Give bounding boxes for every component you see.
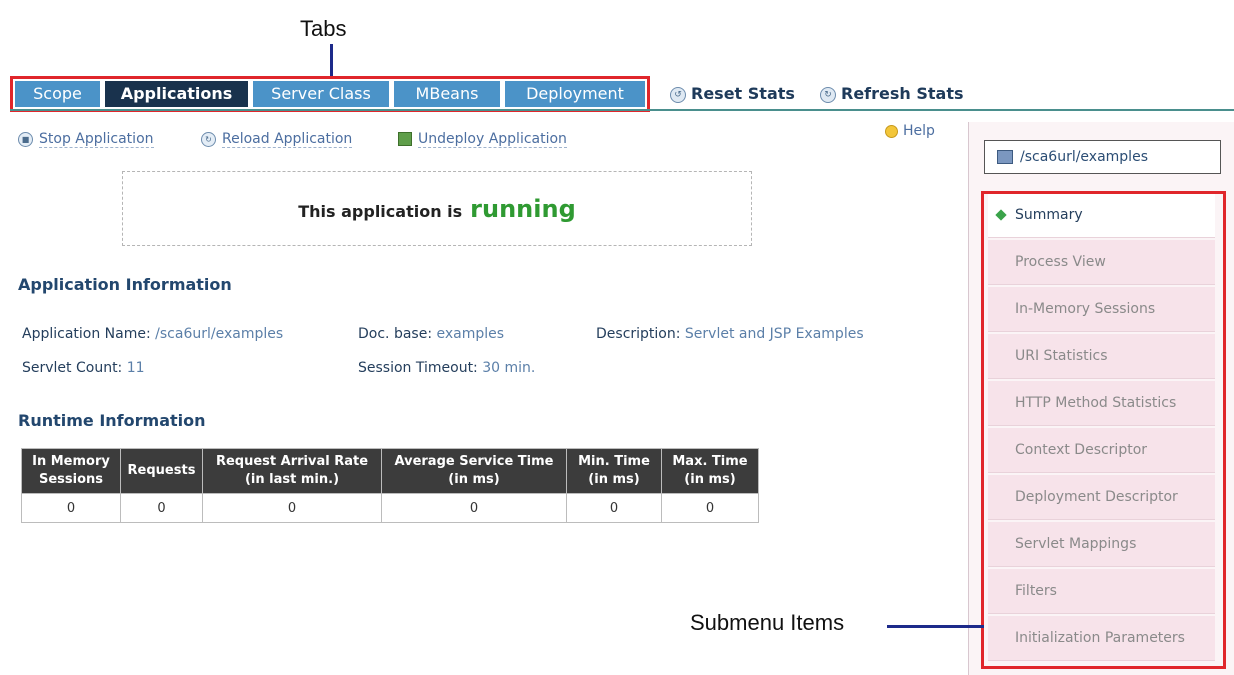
table-cell: 0 bbox=[202, 493, 382, 523]
status-prefix: This application is bbox=[298, 202, 463, 221]
submenu-callout-box bbox=[981, 191, 1226, 669]
application-name-value: /sca6url/examples bbox=[155, 326, 284, 342]
column-header: Min. Time (in ms) bbox=[566, 448, 662, 494]
runtime-information-heading: Runtime Information bbox=[18, 411, 206, 430]
tabs-callout-line bbox=[330, 44, 333, 78]
description-label: Description: bbox=[596, 326, 681, 342]
refresh-icon: ↻ bbox=[820, 86, 836, 103]
application-icon bbox=[997, 150, 1013, 164]
reload-icon: ↻ bbox=[201, 131, 216, 147]
refresh-stats-label: Refresh Stats bbox=[841, 84, 964, 103]
undeploy-application-label: Undeploy Application bbox=[418, 131, 567, 148]
application-name: Application Name: /sca6url/examples bbox=[22, 326, 283, 342]
column-header: Max. Time (in ms) bbox=[661, 448, 759, 494]
tabs-callout-label: Tabs bbox=[300, 16, 347, 41]
application-status-box: This application is running bbox=[122, 171, 752, 246]
tab-bar: Scope Applications Server Class MBeans D… bbox=[0, 76, 1234, 112]
stop-application-link[interactable]: ■ Stop Application bbox=[18, 131, 154, 148]
reset-icon: ↺ bbox=[670, 86, 686, 103]
application-url-label: /sca6url/examples bbox=[1020, 149, 1148, 165]
table-cell: 0 bbox=[21, 493, 121, 523]
description-value: Servlet and JSP Examples bbox=[684, 326, 864, 342]
table-cell: 0 bbox=[566, 493, 662, 523]
help-link[interactable]: Help bbox=[885, 123, 935, 139]
stop-icon: ■ bbox=[18, 131, 33, 147]
column-header: In Memory Sessions bbox=[21, 448, 121, 494]
reload-application-label: Reload Application bbox=[222, 131, 353, 148]
undeploy-icon bbox=[398, 132, 412, 146]
application-information-heading: Application Information bbox=[18, 275, 232, 294]
submenu-callout-line bbox=[887, 625, 984, 628]
servlet-count-label: Servlet Count: bbox=[22, 360, 123, 376]
undeploy-application-link[interactable]: Undeploy Application bbox=[398, 131, 567, 148]
reset-stats-button[interactable]: ↺ Reset Stats bbox=[670, 84, 795, 103]
doc-base: Doc. base: examples bbox=[358, 326, 504, 342]
column-header: Request Arrival Rate (in last min.) bbox=[202, 448, 382, 494]
session-timeout-value: 30 min. bbox=[482, 360, 536, 376]
doc-base-value: examples bbox=[436, 326, 505, 342]
reload-application-link[interactable]: ↻ Reload Application bbox=[201, 131, 353, 148]
servlet-count-value: 11 bbox=[126, 360, 145, 376]
runtime-table: In Memory Sessions Requests Request Arri… bbox=[21, 448, 759, 523]
servlet-count: Servlet Count: 11 bbox=[22, 360, 145, 376]
column-header: Average Service Time (in ms) bbox=[381, 448, 567, 494]
table-cell: 0 bbox=[661, 493, 759, 523]
table-cell: 0 bbox=[381, 493, 567, 523]
tabs-callout-box bbox=[10, 76, 650, 112]
status-running: running bbox=[470, 195, 576, 223]
table-cell: 0 bbox=[120, 493, 203, 523]
tab-bar-divider bbox=[10, 109, 1234, 111]
stop-application-label: Stop Application bbox=[39, 131, 154, 148]
application-selector[interactable]: /sca6url/examples bbox=[984, 140, 1221, 174]
refresh-stats-button[interactable]: ↻ Refresh Stats bbox=[820, 84, 964, 103]
application-name-label: Application Name: bbox=[22, 326, 151, 342]
description: Description: Servlet and JSP Examples bbox=[596, 326, 864, 342]
doc-base-label: Doc. base: bbox=[358, 326, 433, 342]
help-label: Help bbox=[903, 123, 935, 139]
table-row: 0 0 0 0 0 0 bbox=[21, 493, 759, 523]
submenu-callout-label: Submenu Items bbox=[690, 610, 845, 635]
column-header: Requests bbox=[120, 448, 203, 494]
runtime-table-header-row: In Memory Sessions Requests Request Arri… bbox=[21, 448, 759, 494]
reset-stats-label: Reset Stats bbox=[691, 84, 795, 103]
lightbulb-icon bbox=[885, 124, 898, 138]
session-timeout: Session Timeout: 30 min. bbox=[358, 360, 535, 376]
session-timeout-label: Session Timeout: bbox=[358, 360, 478, 376]
